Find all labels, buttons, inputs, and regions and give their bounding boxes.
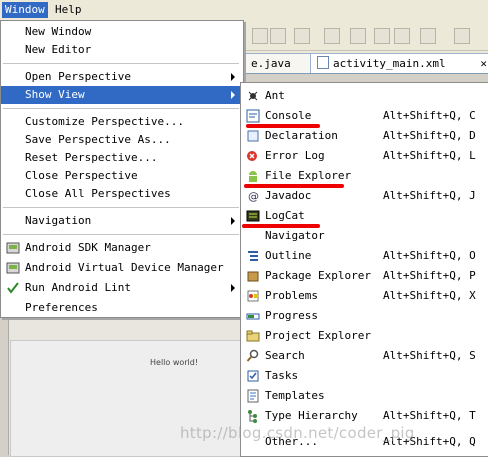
view-item-error-log[interactable]: Error Log Alt+Shift+Q, L — [241, 147, 487, 165]
shortcut-text: Alt+Shift+Q, L — [383, 149, 476, 162]
menu-item-close-perspective[interactable]: Close Perspective — [1, 167, 241, 185]
android-sdk-icon — [6, 242, 20, 254]
view-item-logcat[interactable]: LogCat — [241, 207, 487, 225]
toolbar-button[interactable] — [324, 28, 340, 44]
submenu-arrow-icon — [231, 217, 235, 225]
annotation-underline-console — [246, 124, 320, 128]
tab-activity-main[interactable]: activity_main.xml ✕ — [310, 53, 488, 73]
shortcut-text: Alt+Shift+Q, D — [383, 129, 476, 142]
submenu-arrow-icon — [231, 91, 235, 99]
separator — [3, 207, 239, 208]
menu-item-customize-perspective[interactable]: Customize Perspective... — [1, 113, 241, 131]
toolbar-button[interactable] — [394, 28, 410, 44]
menu-item-run-android-lint[interactable]: Run Android Lint — [1, 279, 241, 297]
view-item-console[interactable]: Console Alt+Shift+Q, C — [241, 107, 487, 125]
view-item-problems[interactable]: Problems Alt+Shift+Q, X — [241, 287, 487, 305]
toolbar-button[interactable] — [454, 28, 470, 44]
menu-item-new-editor[interactable]: New Editor — [1, 41, 241, 59]
submenu-arrow-icon — [231, 73, 235, 81]
shortcut-text: Alt+Shift+Q, J — [383, 189, 476, 202]
menu-item-show-view[interactable]: Show View — [1, 86, 241, 104]
view-item-declaration[interactable]: Declaration Alt+Shift+Q, D — [241, 127, 487, 145]
view-item-project-explorer[interactable]: Project Explorer — [241, 327, 487, 345]
separator — [3, 63, 239, 64]
checkmark-icon — [7, 282, 19, 294]
hello-world-text: Hello world! — [150, 358, 199, 367]
menu-window[interactable]: Window — [2, 2, 48, 18]
javadoc-icon: @ — [248, 190, 259, 203]
view-item-ant[interactable]: Ant — [241, 87, 487, 105]
android-device-icon — [6, 262, 20, 274]
package-icon — [247, 271, 259, 282]
project-explorer-icon — [246, 330, 260, 342]
menu-item-android-sdk-manager[interactable]: Android SDK Manager — [1, 239, 241, 257]
shortcut-text: Alt+Shift+Q, O — [383, 249, 476, 262]
left-panel-edge — [0, 316, 9, 455]
window-menu: New Window New Editor Open Perspective S… — [0, 20, 244, 318]
progress-icon — [246, 313, 260, 320]
toolbar-button[interactable] — [270, 28, 286, 44]
menu-item-reset-perspective[interactable]: Reset Perspective... — [1, 149, 241, 167]
view-item-navigator[interactable]: Navigator — [241, 227, 487, 245]
shortcut-text: Alt+Shift+Q, T — [383, 409, 476, 422]
shortcut-text: Alt+Shift+Q, X — [383, 289, 476, 302]
toolbar-button[interactable] — [252, 28, 268, 44]
view-item-javadoc[interactable]: @ Javadoc Alt+Shift+Q, J — [241, 187, 487, 205]
outline-icon — [248, 251, 258, 261]
console-icon — [246, 109, 260, 123]
view-item-progress[interactable]: Progress — [241, 307, 487, 325]
svg-text:@: @ — [248, 190, 259, 203]
shortcut-text: Alt+Shift+Q, S — [383, 349, 476, 362]
declaration-icon — [247, 130, 259, 142]
menubar: Window Help — [0, 0, 488, 21]
xml-file-icon — [317, 56, 329, 69]
tab-java[interactable]: e.java — [244, 53, 320, 73]
annotation-underline-file-explorer — [244, 184, 344, 188]
toolbar-button[interactable] — [294, 28, 310, 44]
view-item-package-explorer[interactable]: Package Explorer Alt+Shift+Q, P — [241, 267, 487, 285]
close-icon[interactable]: ✕ — [480, 54, 487, 73]
menu-item-new-window[interactable]: New Window — [1, 23, 241, 41]
menu-item-preferences[interactable]: Preferences — [1, 299, 241, 317]
templates-icon — [247, 389, 259, 403]
toolbar-button[interactable] — [420, 28, 436, 44]
shortcut-text: Alt+Shift+Q, C — [383, 109, 476, 122]
submenu-arrow-icon — [231, 284, 235, 292]
separator — [3, 108, 239, 109]
search-icon — [246, 349, 259, 362]
view-item-outline[interactable]: Outline Alt+Shift+Q, O — [241, 247, 487, 265]
watermark: http://blog.csdn.net/coder_pig — [180, 424, 415, 442]
annotation-underline-logcat — [242, 224, 320, 228]
show-view-menu: Ant Console Alt+Shift+Q, C Declaration Alt… — [240, 82, 488, 457]
tasks-icon — [247, 370, 259, 382]
toolbar — [244, 20, 488, 51]
tab-activity-main-label: activity_main.xml — [333, 57, 446, 70]
editor-tabs: e.java activity_main.xml ✕ — [244, 51, 488, 74]
view-item-search[interactable]: Search Alt+Shift+Q, S — [241, 347, 487, 365]
hierarchy-icon — [248, 410, 257, 423]
logcat-icon — [246, 210, 260, 222]
view-item-type-hierarchy[interactable]: Type Hierarchy Alt+Shift+Q, T — [241, 407, 487, 425]
menu-item-android-avd-manager[interactable]: Android Virtual Device Manager — [1, 259, 241, 277]
problems-icon — [247, 290, 259, 302]
toolbar-button[interactable] — [374, 28, 390, 44]
error-log-icon — [247, 151, 257, 161]
shortcut-text: Alt+Shift+Q, P — [383, 269, 476, 282]
menu-item-open-perspective[interactable]: Open Perspective — [1, 68, 241, 86]
menu-item-save-perspective-as[interactable]: Save Perspective As... — [1, 131, 241, 149]
view-item-tasks[interactable]: Tasks — [241, 367, 487, 385]
menu-help[interactable]: Help — [52, 2, 85, 18]
android-icon — [249, 171, 257, 182]
menu-item-close-all-perspectives[interactable]: Close All Perspectives — [1, 185, 241, 203]
view-item-file-explorer[interactable]: File Explorer — [241, 167, 487, 185]
ant-icon — [248, 91, 258, 101]
toolbar-button[interactable] — [350, 28, 366, 44]
menu-item-navigation[interactable]: Navigation — [1, 212, 241, 230]
view-item-templates[interactable]: Templates — [241, 387, 487, 405]
separator — [3, 234, 239, 235]
tab-java-label: e.java — [251, 57, 291, 70]
